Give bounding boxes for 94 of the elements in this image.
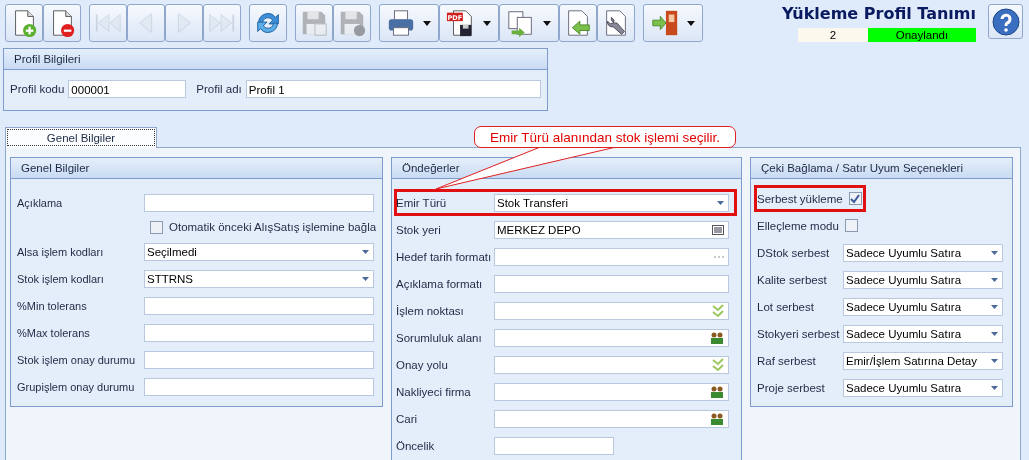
- input-field[interactable]: [144, 296, 374, 315]
- status-badge: Onaylandı: [868, 28, 976, 42]
- field-label: Kalite serbest: [757, 273, 828, 286]
- field-label: Öncelik: [396, 439, 436, 452]
- field-label: Cari: [396, 412, 419, 425]
- field-label: Stokyeri serbest: [757, 327, 841, 340]
- field-label: %Max tolerans: [17, 326, 91, 339]
- field-label: Proje serbest: [757, 381, 826, 394]
- dropdown-field[interactable]: STTRNS: [144, 269, 374, 288]
- dropdown-arrow-icon: [991, 331, 998, 336]
- caret-icon: [687, 20, 695, 26]
- dropdown-arrow-icon: [362, 276, 369, 281]
- exit-door-icon: [650, 8, 680, 38]
- field-label: Stok yeri: [396, 223, 442, 236]
- import-button[interactable]: [559, 4, 597, 42]
- field-label: Sorumluluk alanı: [396, 331, 483, 344]
- field-label: Açıklama formatı: [396, 277, 484, 290]
- double-check-icon: [712, 303, 724, 318]
- caret-icon: [483, 20, 491, 26]
- delete-button[interactable]: [43, 4, 81, 42]
- barcode-icon: [712, 224, 724, 235]
- checkbox-label: Otomatik önceki AlışSatış işlemine bağla: [169, 221, 377, 233]
- checkbox[interactable]: [844, 219, 858, 232]
- dropdown-field[interactable]: Emir/İşlem Satırına Detay: [843, 351, 1003, 370]
- input-field[interactable]: [144, 323, 374, 342]
- dropdown-field[interactable]: Sadece Uyumlu Satıra: [843, 243, 1003, 262]
- field-label: Profil adı: [196, 83, 242, 95]
- field-label: Stok işlem onay durumu: [17, 353, 136, 366]
- dropdown-arrow-icon: [362, 249, 369, 254]
- ellipsis-icon: [714, 255, 724, 258]
- panel-header: Profil Bilgileri: [4, 49, 547, 70]
- people-icon: [710, 385, 724, 398]
- export-button[interactable]: [499, 4, 559, 42]
- exit-button[interactable]: [643, 4, 703, 42]
- help-button[interactable]: [988, 4, 1023, 39]
- help-icon: [991, 7, 1020, 36]
- input-field[interactable]: 000001: [68, 80, 187, 98]
- lookup-field[interactable]: [494, 382, 729, 401]
- input-field[interactable]: Profil 1: [245, 80, 541, 98]
- dropdown-field[interactable]: Sadece Uyumlu Satıra: [843, 270, 1003, 289]
- print-icon: [386, 8, 416, 38]
- dropdown-field[interactable]: Seçilmedi: [144, 242, 374, 261]
- dropdown-field[interactable]: Stok Transferi: [494, 193, 729, 212]
- lookup-field[interactable]: [494, 247, 729, 266]
- double-check-icon: [712, 357, 724, 372]
- dropdown-field[interactable]: Sadece Uyumlu Satıra: [843, 324, 1003, 343]
- field-label: Raf serbest: [757, 354, 817, 367]
- input-field[interactable]: [494, 274, 729, 293]
- field-label: DStok serbest: [757, 246, 831, 259]
- field-label: Onay yolu: [396, 358, 449, 371]
- field-label: Stok işlem kodları: [17, 272, 105, 285]
- people-icon: [710, 331, 724, 344]
- new-button[interactable]: [5, 4, 43, 42]
- dropdown-arrow-icon: [991, 358, 998, 363]
- dropdown-field[interactable]: Sadece Uyumlu Satıra: [843, 297, 1003, 316]
- field-label: Grupişlem onay durumu: [17, 380, 136, 393]
- people-icon: [710, 412, 724, 425]
- input-field[interactable]: [494, 436, 614, 455]
- dropdown-arrow-icon: [717, 200, 724, 205]
- dropdown-arrow-icon: [991, 277, 998, 282]
- lookup-field[interactable]: [494, 328, 729, 347]
- lookup-field[interactable]: [494, 409, 729, 428]
- caret-icon: [543, 20, 551, 26]
- checkbox[interactable]: [150, 220, 163, 234]
- dropdown-arrow-icon: [991, 304, 998, 309]
- field-label: Profil kodu: [10, 83, 65, 95]
- field-label: Elleçleme modu: [757, 219, 839, 232]
- dropdown-arrow-icon: [991, 385, 998, 390]
- refresh-button[interactable]: [249, 4, 287, 42]
- input-field[interactable]: [144, 377, 374, 396]
- input-field[interactable]: [144, 350, 374, 369]
- field-label: Alsa işlem kodları: [17, 245, 105, 258]
- dropdown-field[interactable]: Sadece Uyumlu Satıra: [843, 378, 1003, 397]
- lookup-field[interactable]: MERKEZ DEPO: [494, 220, 729, 239]
- field-label: Açıklama: [17, 196, 64, 209]
- field-label: Emir Türü: [396, 196, 448, 209]
- field-label: Nakliyeci firma: [396, 385, 472, 398]
- page-title: Yükleme Profil Tanımı: [781, 4, 976, 24]
- callout-text: Emir Türü alanından stok işlemi seçilir.: [474, 126, 736, 148]
- tab[interactable]: Genel Bilgiler: [5, 127, 157, 148]
- field-label: Serbest yükleme: [757, 192, 843, 205]
- settings-button[interactable]: [597, 4, 635, 42]
- field-label: Lot serbest: [757, 300, 815, 313]
- field-label: İşlem noktası: [396, 304, 465, 317]
- checkbox[interactable]: [848, 192, 862, 205]
- record-number: 2: [798, 28, 868, 42]
- lookup-field[interactable]: [494, 355, 729, 374]
- caret-icon: [423, 20, 431, 26]
- lookup-field[interactable]: [494, 301, 729, 320]
- field-label: %Min tolerans: [17, 299, 88, 312]
- input-field[interactable]: [144, 193, 374, 212]
- field-label: Hedef tarih formatı: [396, 250, 493, 263]
- print-button[interactable]: [379, 4, 439, 42]
- dropdown-arrow-icon: [991, 250, 998, 255]
